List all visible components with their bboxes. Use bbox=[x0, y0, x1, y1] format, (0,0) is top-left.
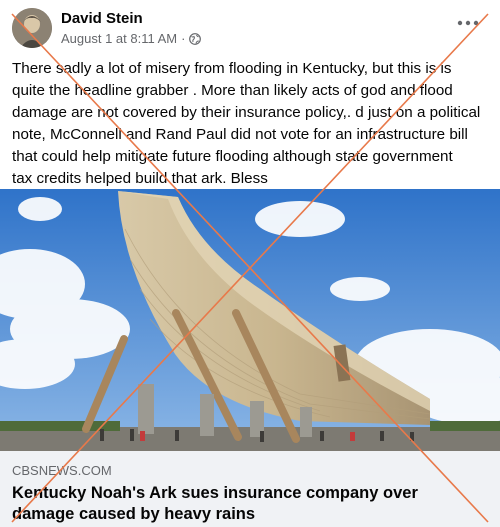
ark-image bbox=[0, 189, 500, 451]
link-title-line: Kentucky Noah's Ark sues insurance compa… bbox=[12, 484, 418, 502]
globe-icon[interactable] bbox=[189, 32, 202, 45]
meta-separator: · bbox=[181, 31, 186, 46]
post-header: David Stein August 1 at 8:11 AM · bbox=[0, 0, 500, 56]
post-text-line: There sadly a lot of misery from floodin… bbox=[12, 60, 452, 77]
post-text-line: note, McConnell and Rand Paul did not vo… bbox=[12, 126, 468, 143]
more-options-button[interactable] bbox=[454, 12, 482, 34]
more-dots-icon bbox=[457, 20, 479, 26]
post-text-line: tax credits helped build that ark. Bless bbox=[12, 170, 268, 187]
post-timestamp[interactable]: August 1 at 8:11 AM bbox=[61, 30, 177, 47]
link-title-line: damage caused by heavy rains bbox=[12, 505, 256, 523]
link-preview-image[interactable] bbox=[0, 189, 500, 451]
avatar-photo bbox=[12, 8, 52, 48]
post-text-line: that could help mitigate future flooding… bbox=[12, 148, 453, 165]
post-text-line: quite the headline grabber . More than l… bbox=[12, 82, 453, 99]
facebook-post: David Stein August 1 at 8:11 AM · There … bbox=[0, 0, 500, 527]
link-domain: CBSNEWS.COM bbox=[12, 463, 112, 478]
link-preview-footer[interactable]: CBSNEWS.COM Kentucky Noah's Ark sues ins… bbox=[0, 451, 500, 527]
avatar[interactable] bbox=[12, 8, 52, 48]
post-text-line: damage are not covered by their insuranc… bbox=[12, 104, 481, 121]
post-body: There sadly a lot of misery from floodin… bbox=[12, 58, 490, 190]
author-name[interactable]: David Stein bbox=[61, 9, 143, 28]
link-title[interactable]: Kentucky Noah's Ark sues insurance compa… bbox=[12, 483, 482, 525]
post-meta: August 1 at 8:11 AM · bbox=[61, 30, 202, 47]
